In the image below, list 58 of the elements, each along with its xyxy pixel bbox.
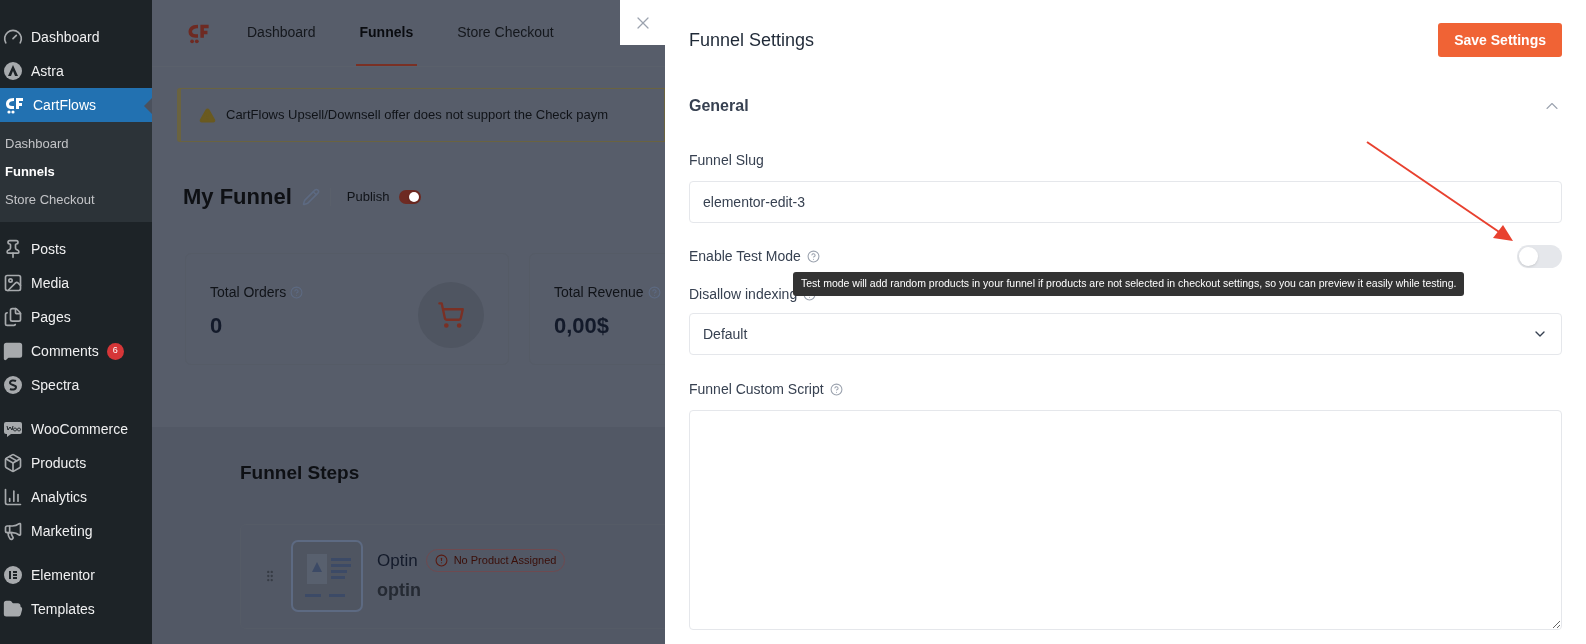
sidebar-item[interactable]: Posts <box>0 232 152 266</box>
slug-field[interactable]: elementor-edit-3 <box>689 181 1562 223</box>
bar-chart-icon <box>3 487 23 507</box>
gauge-icon <box>3 27 23 47</box>
sidebar-item[interactable]: Analytics <box>0 480 152 514</box>
custom-script-field[interactable] <box>689 410 1562 630</box>
pages-icon <box>3 307 23 327</box>
count-badge: 6 <box>106 342 124 360</box>
sidebar-item[interactable]: WooCommerce <box>0 412 152 446</box>
sidebar-item[interactable]: Elementor <box>0 558 152 592</box>
sidebar-item[interactable]: Media <box>0 266 152 300</box>
field-label: Funnel Slug <box>689 151 765 170</box>
close-button[interactable] <box>620 0 665 45</box>
media-icon <box>3 273 23 293</box>
notice-text: CartFlows Upsell/Downsell offer does not support the Check paym <box>226 106 608 125</box>
folder-icon <box>3 599 23 619</box>
step-type: Optin <box>377 549 418 572</box>
test-mode-toggle[interactable] <box>1517 245 1562 268</box>
spectra-logo-icon <box>3 375 23 395</box>
page-thumbnail-drawing <box>291 540 363 612</box>
elementor-logo-icon <box>3 565 23 585</box>
woo-icon <box>3 419 23 439</box>
steps-title: Funnel Steps <box>240 461 361 485</box>
indexing-select[interactable]: Default <box>689 313 1562 355</box>
sidebar-item[interactable]: Comments 6 <box>0 334 152 368</box>
sidebar-item[interactable]: Dashboard <box>0 20 152 54</box>
box-icon <box>3 453 23 473</box>
sidebar-item[interactable]: Pages <box>0 300 152 334</box>
publish-toggle[interactable] <box>399 189 422 204</box>
comment-icon <box>3 341 23 361</box>
publish-label: Publish <box>346 187 390 206</box>
pin-icon <box>3 239 23 259</box>
submenu-item[interactable]: Funnels <box>0 158 152 186</box>
stat-value: 0,00$ <box>554 312 611 340</box>
submenu-item[interactable]: Dashboard <box>0 130 152 158</box>
sidebar-item[interactable]: CartFlows <box>0 88 152 122</box>
stat-label: Total Revenue <box>554 283 644 302</box>
cart-icon <box>437 301 465 329</box>
stat-label: Total Orders <box>210 283 287 302</box>
field-label: Funnel Custom Script <box>689 380 824 399</box>
megaphone-icon <box>3 521 23 541</box>
sidebar-item[interactable]: Templates <box>0 592 152 626</box>
section-header[interactable]: General <box>689 80 1562 132</box>
panel-title: Funnel Settings <box>689 28 815 52</box>
tooltip: Test mode will add random products in your funnel if products are not selected in checkout settings, so you can preview it easily while testing. <box>793 272 1465 296</box>
warning-icon <box>199 106 216 124</box>
stat-value: 0 <box>210 312 224 340</box>
field-label: Enable Test Mode <box>689 247 801 266</box>
cartflows-logo-icon <box>3 95 25 115</box>
submenu-item[interactable]: Store Checkout <box>0 186 152 214</box>
sidebar-item[interactable]: Spectra <box>0 368 152 402</box>
sidebar-item[interactable]: Marketing <box>0 514 152 548</box>
astra-logo-icon <box>3 61 23 81</box>
current-item-pointer <box>144 98 152 114</box>
sidebar-item[interactable]: Astra <box>0 54 152 88</box>
funnel-title: My Funnel <box>183 183 292 211</box>
sidebar-item[interactable]: Products <box>0 446 152 480</box>
edit-icon[interactable] <box>301 187 320 206</box>
